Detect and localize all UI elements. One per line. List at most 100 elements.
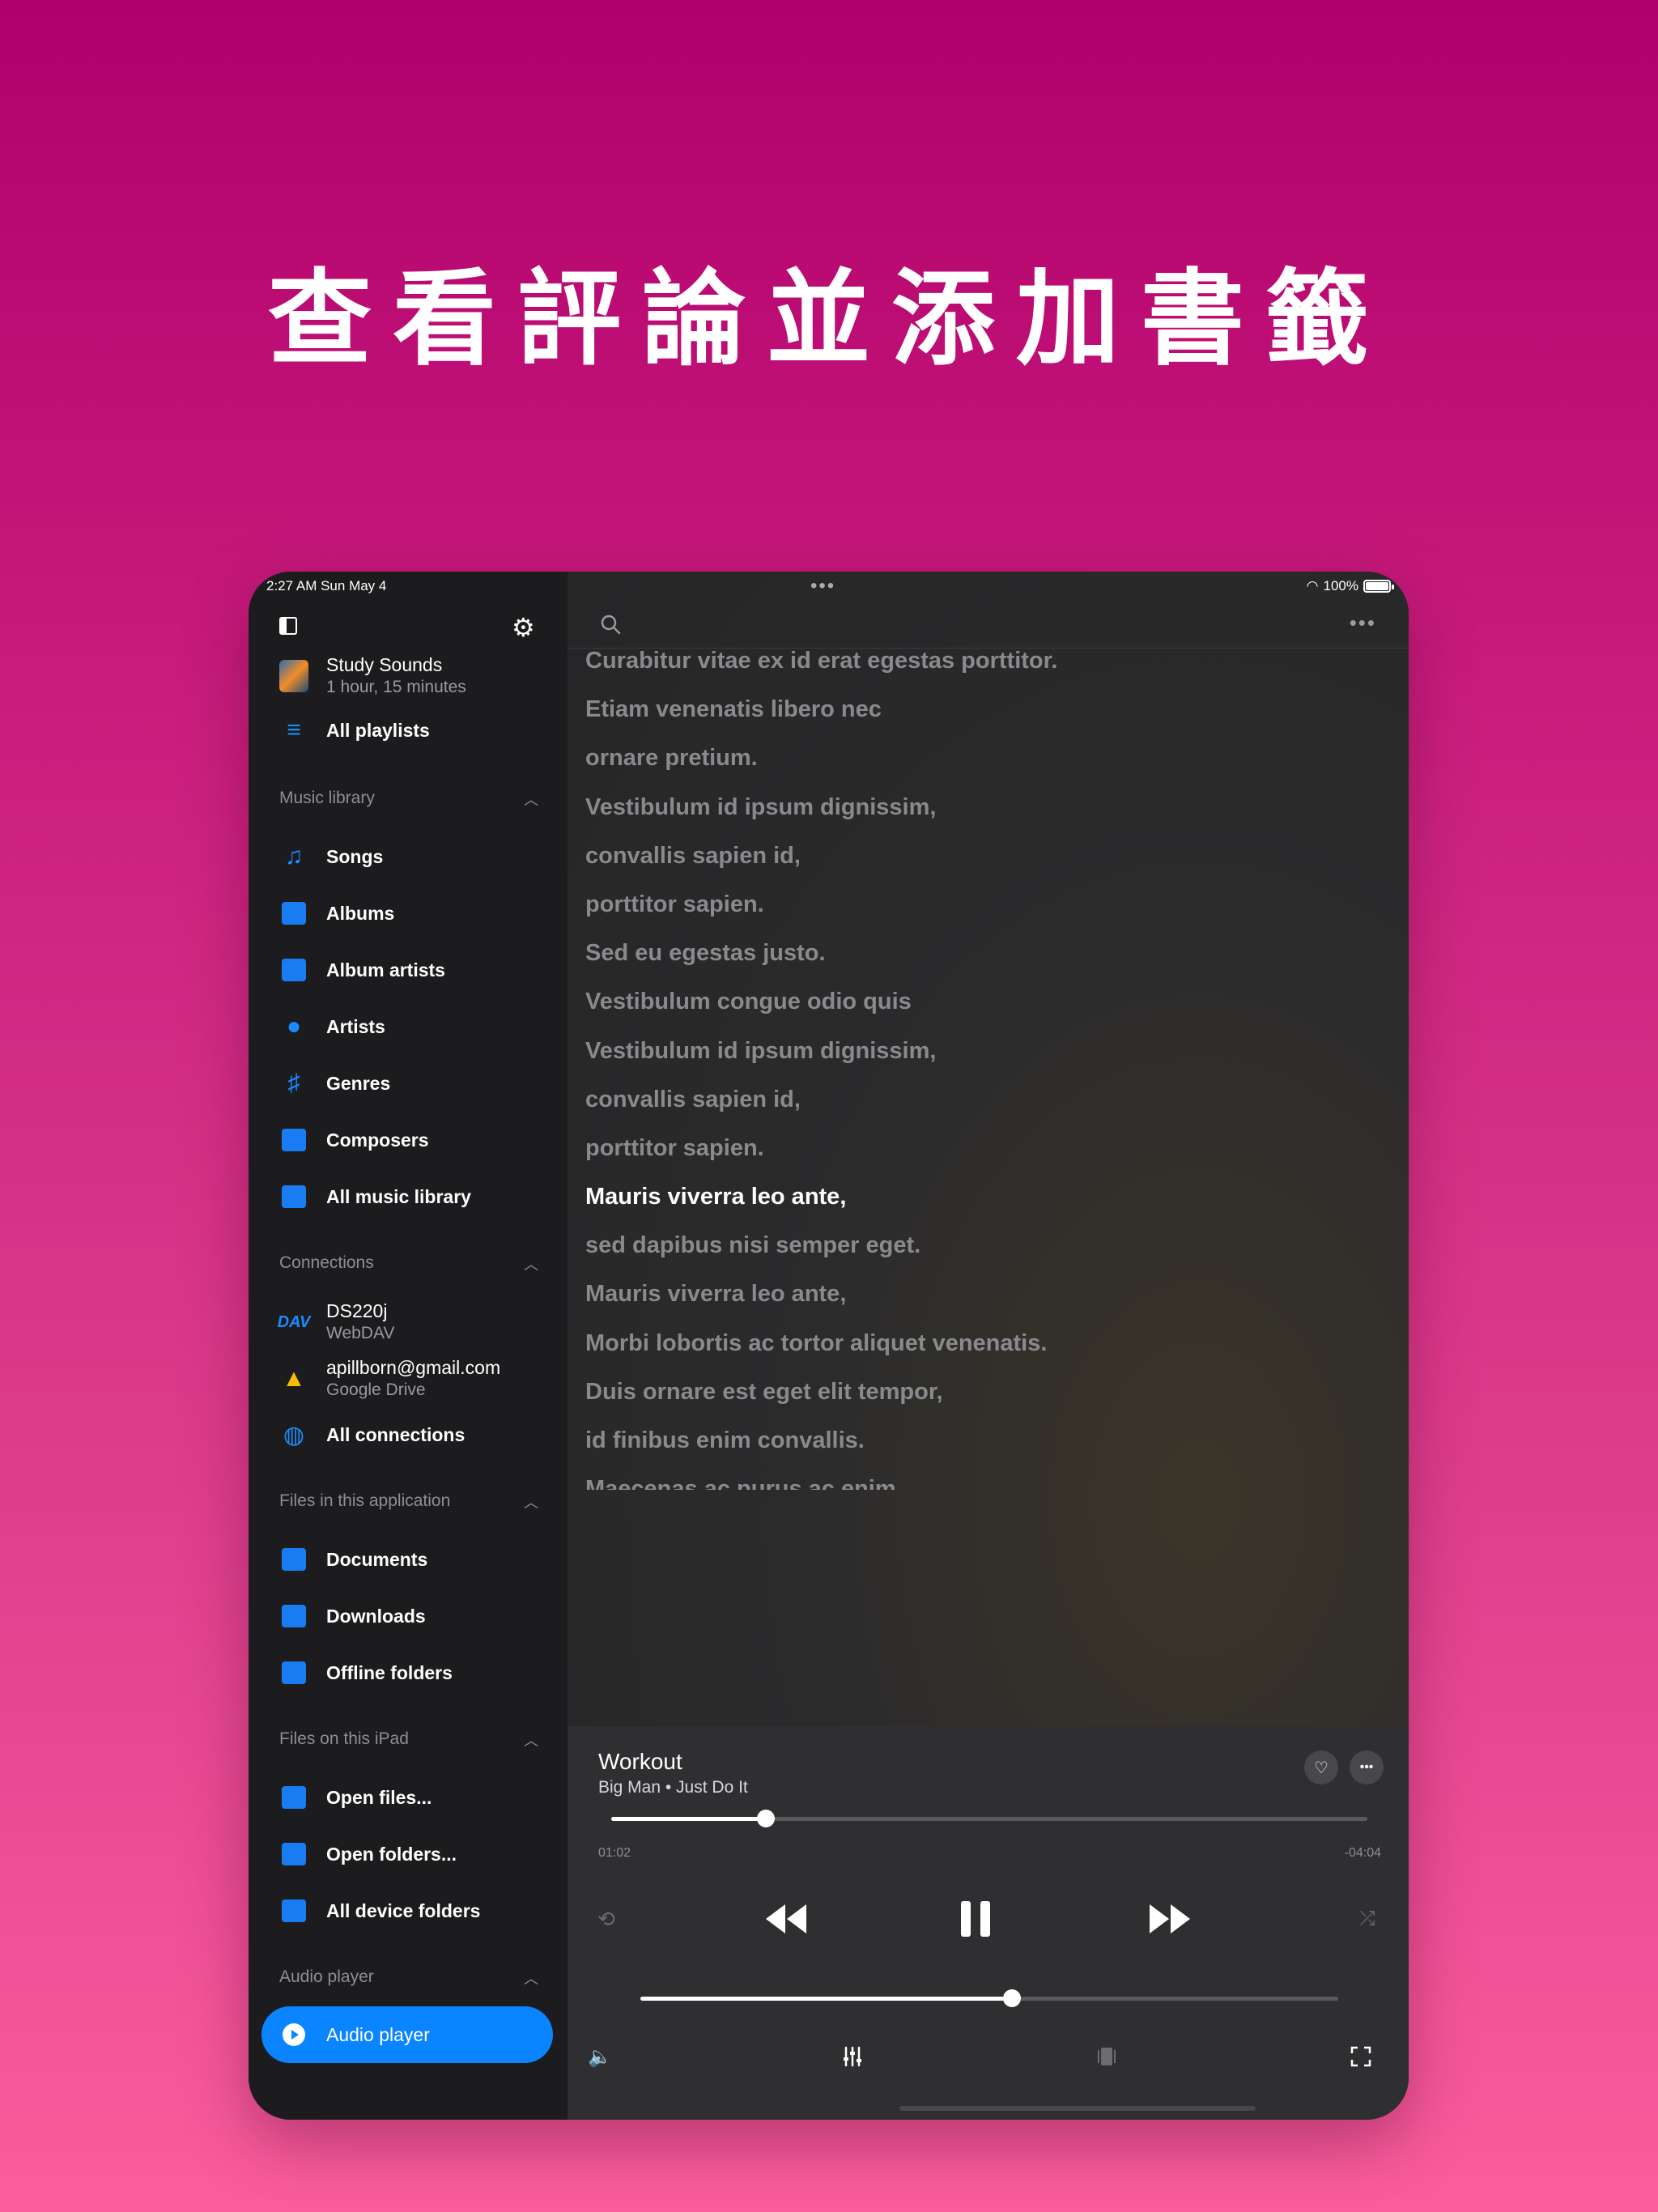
sidebar-item-genres[interactable]: ♯ Genres [279,1069,391,1098]
sidebar-item-label: Songs [326,845,384,867]
lyric-line[interactable]: Maecenas ac purus ac enim [585,1465,1057,1490]
progress-slider[interactable] [611,1810,1367,1827]
lyric-line[interactable]: Vestibulum id ipsum dignissim, [585,1027,1057,1075]
section-header-audio-player[interactable]: Audio player ︿ [279,1967,538,1989]
lyric-line[interactable]: convallis sapien id, [585,1075,1057,1124]
sidebar-item-label: Downloads [326,1605,426,1627]
sidebar-item-label: All playlists [326,719,430,741]
more-options-icon[interactable]: ••• [1350,610,1376,636]
playlist-icon: ≡ [287,717,301,743]
section-header-files-in-app[interactable]: Files in this application ︿ [279,1491,538,1512]
elapsed-time: 01:02 [598,1846,631,1860]
lyric-line[interactable]: Sed eu egestas justo. [585,929,1057,977]
connection-type: WebDAV [326,1324,395,1342]
playlist-title: Study Sounds [326,654,443,675]
connection-name: apillborn@gmail.com [326,1357,501,1378]
search-icon[interactable] [600,614,621,635]
sidebar-item-label: Composers [326,1129,429,1151]
volume-knob[interactable] [1002,1989,1021,2007]
now-playing-playlist[interactable]: Study Sounds 1 hour, 15 minutes [279,654,466,698]
status-right: ◠ 100% [1307,578,1394,594]
chevron-up-icon: ︿ [524,792,538,808]
piano-icon [279,1125,308,1155]
more-actions-icon[interactable]: ••• [1350,1750,1384,1784]
sidebar-item-all-device-folders[interactable]: All device folders [279,1896,480,1925]
sidebar-item-label: All music library [326,1185,471,1207]
sidebar-item-label: Offline folders [326,1661,453,1683]
open-folders-icon [279,1840,308,1869]
lyric-line[interactable]: sed dapibus nisi semper eget. [585,1221,1057,1270]
sidebar-item-songs[interactable]: ♫ Songs [279,842,384,871]
sidebar-item-open-files[interactable]: Open files... [279,1783,432,1812]
sidebar-item-composers[interactable]: Composers [279,1125,429,1155]
lyric-line[interactable]: ornare pretium. [585,734,1057,782]
progress-knob[interactable] [756,1810,775,1827]
status-time: 2:27 AM Sun May 4 [266,578,387,593]
music-note-icon: ♫ [284,843,304,870]
webdav-icon: DAV [277,1312,311,1331]
section-header-music-library[interactable]: Music library ︿ [279,789,538,810]
queue-icon[interactable] [1090,2040,1123,2073]
fast-forward-icon[interactable] [1146,1896,1194,1942]
sidebar-item-documents[interactable]: Documents [279,1545,427,1574]
lyric-line[interactable]: Morbi lobortis ac tortor aliquet venenat… [585,1319,1057,1368]
sidebar-item-all-connections[interactable]: ◍ All connections [279,1420,465,1449]
lyric-line[interactable]: convallis sapien id, [585,832,1057,880]
chevron-up-icon: ︿ [524,1971,538,1987]
sidebar-item-open-folders[interactable]: Open folders... [279,1840,457,1869]
fullscreen-icon[interactable] [1345,2040,1377,2073]
speaker-icon[interactable]: 🔈 [584,2040,616,2073]
sidebar-item-album-artists[interactable]: Album artists [279,955,445,985]
section-title: Files in this application [279,1491,451,1510]
sidebar-item-google-drive[interactable]: ▲ apillborn@gmail.com Google Drive [279,1357,500,1401]
google-drive-icon: ▲ [282,1365,306,1392]
sidebar-item-label: Documents [326,1548,428,1570]
sidebar-item-label: Artists [326,1015,385,1037]
multitasking-dots-icon[interactable]: ••• [810,575,835,598]
sidebar-item-label: Open files... [326,1786,432,1808]
genres-icon: ♯ [287,1070,300,1096]
lyric-line[interactable]: Vestibulum id ipsum dignissim, [585,783,1057,832]
sidebar-item-downloads[interactable]: Downloads [279,1602,426,1631]
favorite-heart-icon[interactable]: ♡ [1304,1750,1338,1784]
sidebar-item-label: All connections [326,1423,466,1445]
lyric-line[interactable]: Duis ornare est eget elit tempor, [585,1368,1057,1416]
sidebar-item-label: Audio player [326,2023,430,2045]
chevron-up-icon: ︿ [524,1733,538,1749]
volume-fill [640,1997,1012,2001]
lyric-line[interactable]: Mauris viverra leo ante, [585,1270,1057,1318]
sidebar-item-audio-player[interactable]: Audio player [279,2020,430,2049]
repeat-icon[interactable]: ⟲ [590,1903,623,1935]
lyrics-pane: ••• ◠ 100% ••• Curabitur vitae ex id era… [568,572,1409,2120]
sidebar-item-all-music-library[interactable]: All music library [279,1182,471,1211]
lyric-line[interactable]: Vestibulum congue odio quis [585,977,1057,1026]
lyric-line[interactable]: Curabitur vitae ex id erat egestas portt… [585,648,1057,685]
lyric-line[interactable]: id finibus enim convallis. [585,1416,1057,1465]
sidebar-item-albums[interactable]: Albums [279,899,394,928]
lyrics-list[interactable]: Curabitur vitae ex id erat egestas portt… [585,648,1395,1490]
section-header-files-on-ipad[interactable]: Files on this iPad ︿ [279,1729,538,1750]
lyric-line[interactable]: porttitor sapien. [585,880,1057,929]
progress-fill [611,1817,766,1821]
lyric-line[interactable]: porttitor sapien. [585,1124,1057,1172]
volume-slider[interactable] [640,1989,1338,2007]
headline: 查看評論並添加書籤 [267,259,1390,380]
settings-gear-icon[interactable]: ⚙ [512,612,535,643]
sidebar-item-label: Genres [326,1072,391,1094]
open-files-icon [279,1783,308,1812]
section-header-connections[interactable]: Connections ︿ [279,1253,538,1274]
sidebar-item-artists[interactable]: ● Artists [279,1012,385,1041]
lyric-line-current[interactable]: Mauris viverra leo ante, [585,1172,1057,1221]
sidebar-item-all-playlists[interactable]: ≡ All playlists [279,716,430,745]
pause-icon[interactable] [951,1896,1000,1942]
sidebar-item-offline-folders[interactable]: Offline folders [279,1658,453,1687]
connection-type: Google Drive [326,1380,426,1399]
shuffle-icon[interactable]: ⤮ [1351,1903,1384,1935]
playlist-artwork [279,660,308,692]
sidebar-item-ds220j[interactable]: DAV DS220j WebDAV [277,1300,395,1344]
equalizer-icon[interactable] [836,2040,869,2073]
sidebar-toggle-icon[interactable] [279,617,297,635]
remaining-time: -04:04 [1344,1846,1381,1860]
lyric-line[interactable]: Etiam venenatis libero nec [585,685,1057,734]
rewind-icon[interactable] [762,1896,810,1942]
